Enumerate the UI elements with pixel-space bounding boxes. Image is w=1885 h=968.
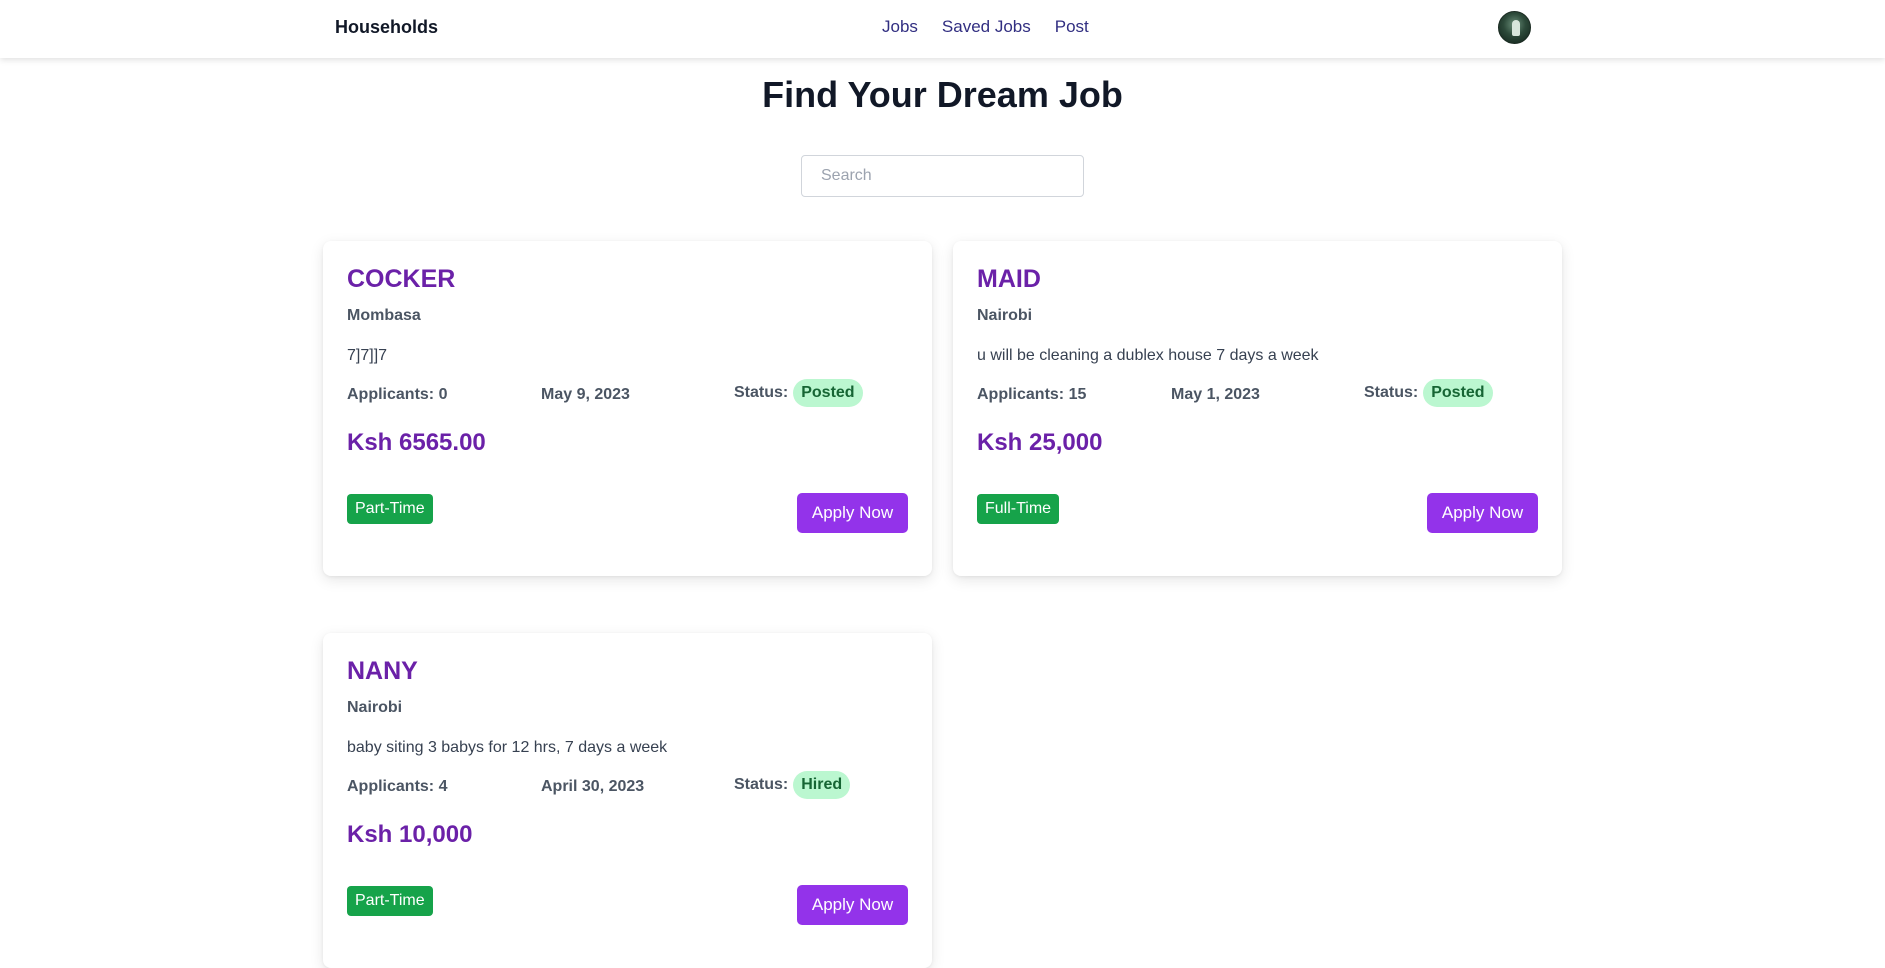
job-location: Nairobi xyxy=(977,307,1033,324)
user-avatar-icon[interactable] xyxy=(1498,11,1531,44)
job-applicants: Applicants: 4 xyxy=(347,778,448,795)
job-applicants: Applicants: 15 xyxy=(977,386,1087,403)
status-label: Status: xyxy=(1364,384,1419,401)
job-type-badge: Part-Time xyxy=(347,886,433,916)
job-title: MAID xyxy=(977,265,1041,293)
job-location: Mombasa xyxy=(347,307,421,324)
status-label: Status: xyxy=(734,384,789,401)
job-applicants: Applicants: 0 xyxy=(347,386,448,403)
status-badge: Posted xyxy=(793,379,863,407)
job-status: Status: Hired xyxy=(734,771,851,799)
job-card: NANY Nairobi baby siting 3 babys for 12 … xyxy=(323,633,932,968)
job-card: MAID Nairobi u will be cleaning a dublex… xyxy=(953,241,1562,576)
nav-link-jobs[interactable]: Jobs xyxy=(882,17,918,37)
status-label: Status: xyxy=(734,776,789,793)
apply-now-button[interactable]: Apply Now xyxy=(797,885,908,925)
job-title: COCKER xyxy=(347,265,456,293)
job-description: baby siting 3 babys for 12 hrs, 7 days a… xyxy=(347,739,668,756)
nav-links: Jobs Saved Jobs Post xyxy=(882,17,1089,37)
apply-now-button[interactable]: Apply Now xyxy=(1427,493,1538,533)
nav-link-post[interactable]: Post xyxy=(1055,17,1089,37)
search-input[interactable] xyxy=(801,155,1084,197)
status-badge: Hired xyxy=(793,771,851,799)
nav-link-saved-jobs[interactable]: Saved Jobs xyxy=(942,17,1031,37)
job-type-badge: Part-Time xyxy=(347,494,433,524)
job-type-badge: Full-Time xyxy=(977,494,1060,524)
job-title: NANY xyxy=(347,657,418,685)
job-date: April 30, 2023 xyxy=(541,778,645,795)
job-salary: Ksh 10,000 xyxy=(347,821,473,848)
job-description: u will be cleaning a dublex house 7 days… xyxy=(977,347,1319,364)
brand-logo[interactable]: Households xyxy=(335,17,438,38)
job-status: Status: Posted xyxy=(734,379,863,407)
job-date: May 1, 2023 xyxy=(1171,386,1260,403)
job-date: May 9, 2023 xyxy=(541,386,630,403)
job-card: COCKER Mombasa 7]7]]7 Applicants: 0 May … xyxy=(323,241,932,576)
job-salary: Ksh 6565.00 xyxy=(347,429,486,456)
job-description: 7]7]]7 xyxy=(347,347,388,364)
job-salary: Ksh 25,000 xyxy=(977,429,1103,456)
apply-now-button[interactable]: Apply Now xyxy=(797,493,908,533)
job-location: Nairobi xyxy=(347,699,403,716)
page-title: Find Your Dream Job xyxy=(762,74,1123,115)
navbar: Households Jobs Saved Jobs Post xyxy=(0,0,1885,58)
status-badge: Posted xyxy=(1423,379,1493,407)
job-status: Status: Posted xyxy=(1364,379,1493,407)
